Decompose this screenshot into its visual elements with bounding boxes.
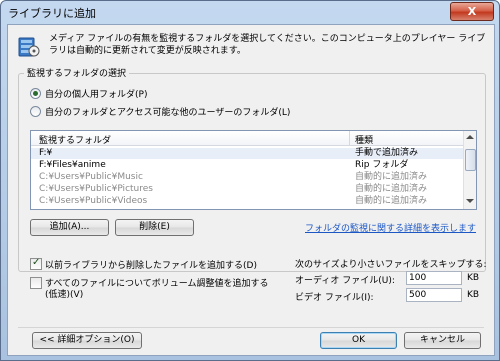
scroll-down-icon[interactable] <box>466 199 474 203</box>
folder-monitoring-help-link[interactable]: フォルダの監視に関する詳細を表示します <box>305 221 476 234</box>
radio-all-label[interactable]: 自分のフォルダとアクセス可能な他のユーザーのフォルダ(L) <box>45 105 290 118</box>
row-type: 手動で追加済み <box>355 148 419 158</box>
readd-deleted-checkbox[interactable]: ✓ <box>30 257 42 270</box>
scroll-up-icon[interactable] <box>466 135 474 139</box>
advanced-options-button[interactable]: << 詳細オプション(O) <box>32 332 142 349</box>
audio-size-unit: KB <box>467 273 480 283</box>
list-row[interactable]: C:¥Users¥Public¥Videos 自動的に追加済み <box>31 196 463 207</box>
window-title: ライブラリに追加 <box>8 7 96 20</box>
readd-deleted-label[interactable]: 以前ライブラリから削除したファイルを追加する(D) <box>45 258 257 271</box>
list-header: 監視するフォルダ 種類 <box>31 131 463 146</box>
list-row[interactable]: F:¥ 手動で追加済み <box>31 148 463 159</box>
video-size-unit: KB <box>467 290 480 300</box>
video-size-label: ビデオ ファイル(I): <box>295 293 374 303</box>
media-library-icon <box>18 35 40 59</box>
row-folder: C:¥Users¥Public¥Videos <box>39 196 148 206</box>
remove-folder-button[interactable]: 削除(E) <box>115 219 194 236</box>
folder-group-label: 監視するフォルダの選択 <box>24 66 130 79</box>
radio-personal-label[interactable]: 自分の個人用フォルダ(P) <box>45 87 147 100</box>
list-row[interactable]: C:¥Users¥Public¥Music 自動的に追加済み <box>31 172 463 183</box>
row-folder: F:¥Files¥anime <box>39 160 106 170</box>
row-folder: F:¥ <box>39 148 53 158</box>
list-scrollbar[interactable] <box>463 131 476 209</box>
column-folder-header[interactable]: 監視するフォルダ <box>39 133 111 146</box>
audio-size-label: オーディオ ファイル(U): <box>295 276 395 286</box>
row-type: 自動的に追加済み <box>355 196 428 206</box>
column-type-header[interactable]: 種類 <box>355 133 373 146</box>
dialog-body: メディア ファイルの有無を監視するフォルダを選択してください。このコンピュータ上… <box>7 24 495 356</box>
row-type: Rip フォルダ <box>355 160 409 170</box>
cancel-button[interactable]: キャンセル <box>404 332 481 349</box>
list-row[interactable]: C:¥Users¥Public¥Pictures 自動的に追加済み <box>31 184 463 195</box>
row-type: 自動的に追加済み <box>355 184 428 194</box>
add-folder-button[interactable]: 追加(A)... <box>30 219 109 236</box>
scroll-thumb[interactable] <box>465 149 476 171</box>
volume-leveling-checkbox[interactable] <box>30 277 42 289</box>
dialog-window: ライブラリに追加 X メディア ファイルの有無を監視するフォルダを選択してくださ… <box>0 0 500 361</box>
ok-button[interactable]: OK <box>320 332 397 349</box>
skip-size-label: 次のサイズより小さいファイルをスキップする: <box>295 260 487 270</box>
monitored-folders-list[interactable]: 監視するフォルダ 種類 F:¥ 手動で追加済み F:¥Files¥anime R… <box>30 130 477 210</box>
row-type: 自動的に追加済み <box>355 172 428 182</box>
close-button[interactable]: X <box>450 2 494 21</box>
volume-leveling-label-2[interactable]: (低速)(V) <box>45 287 83 300</box>
row-folder: C:¥Users¥Public¥Pictures <box>39 184 153 194</box>
radio-personal-folders[interactable] <box>30 88 41 99</box>
video-size-input[interactable]: 500 <box>406 288 462 302</box>
list-row[interactable]: F:¥Files¥anime Rip フォルダ <box>31 160 463 171</box>
audio-size-input[interactable]: 100 <box>406 271 462 285</box>
title-bar[interactable]: ライブラリに追加 X <box>1 1 499 23</box>
header-description: メディア ファイルの有無を監視するフォルダを選択してください。このコンピュータ上… <box>49 34 486 56</box>
radio-all-folders[interactable] <box>30 106 41 117</box>
row-folder: C:¥Users¥Public¥Music <box>39 172 143 182</box>
footer-separator <box>18 327 484 328</box>
